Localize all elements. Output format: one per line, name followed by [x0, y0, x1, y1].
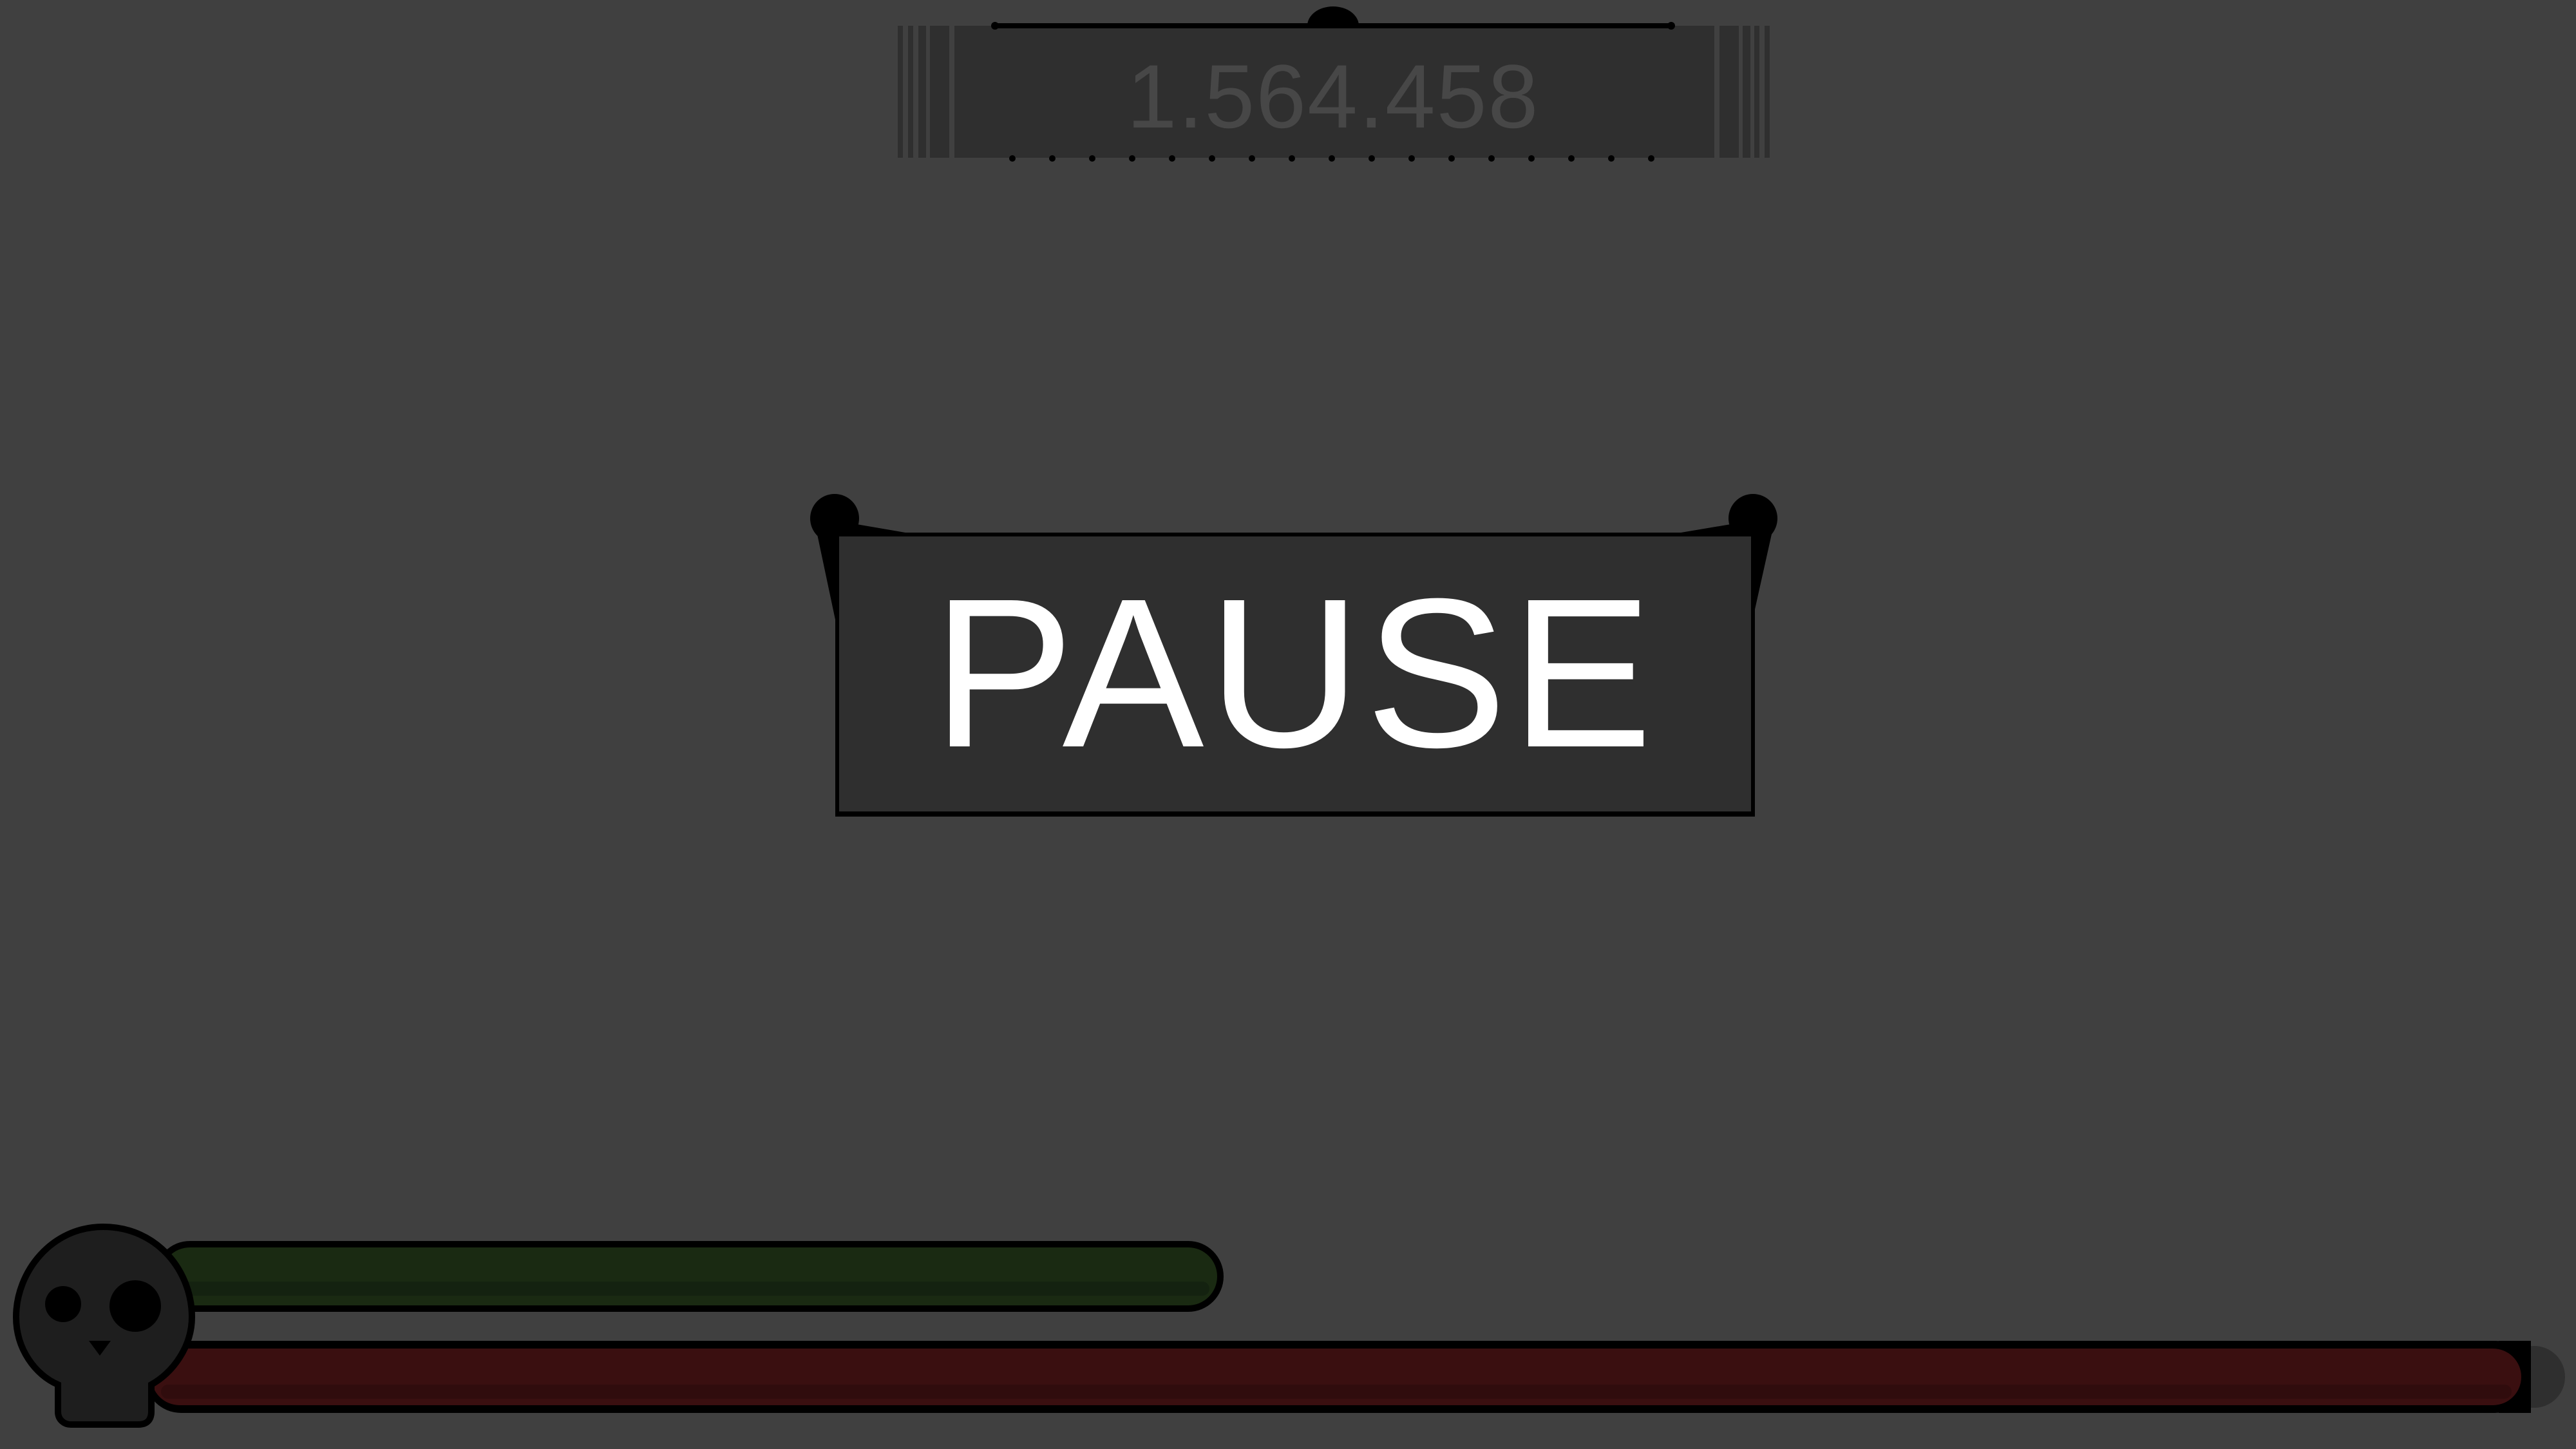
pause-title: PAUSE: [932, 554, 1657, 791]
skull-left-eye: [45, 1286, 81, 1322]
game-screen: 1.564.458 PAUSE: [0, 0, 2576, 1449]
stamina-bar: [155, 1241, 1224, 1312]
skull-right-eye: [109, 1280, 161, 1332]
score-plaque-right-stripes: [1719, 26, 1770, 158]
stamina-bar-fill: [161, 1247, 1217, 1305]
score-plaque-left-stripes: [898, 26, 949, 158]
score-plaque-hook: [1307, 6, 1359, 26]
score-counter: 1.564.458: [1126, 46, 1540, 147]
health-bar: [145, 1341, 2565, 1413]
